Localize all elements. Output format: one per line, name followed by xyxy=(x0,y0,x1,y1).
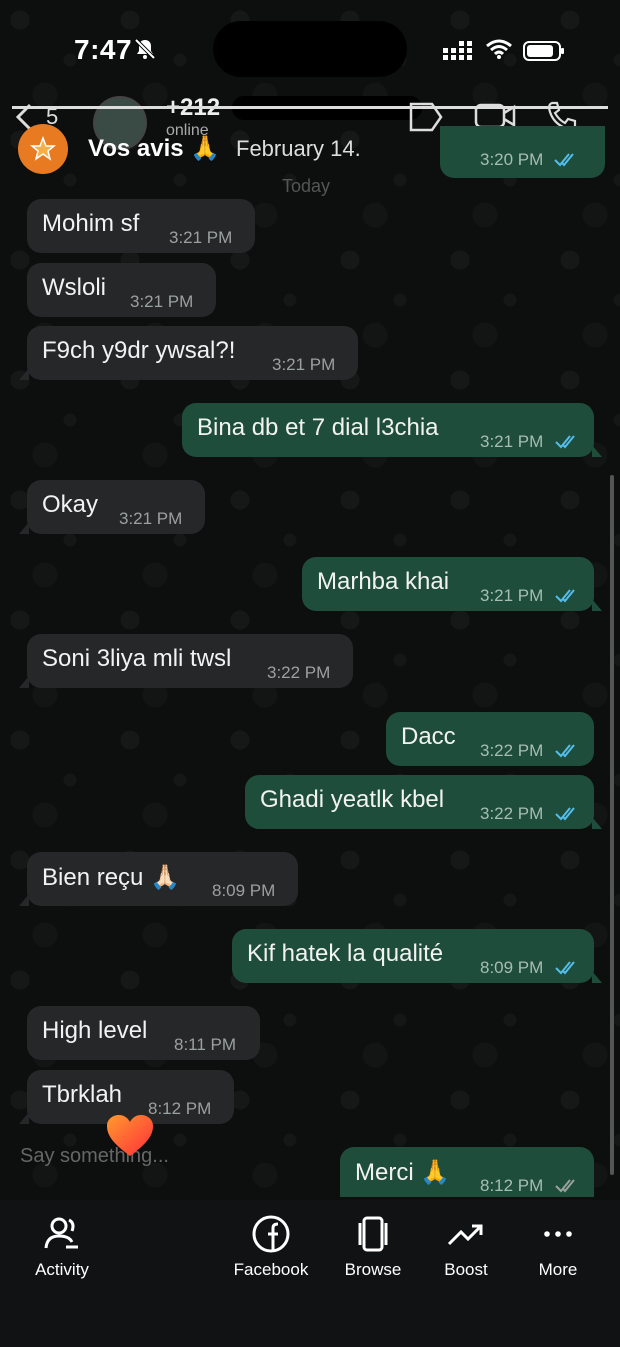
message-bubble[interactable]: Marhba khai 3:21 PM xyxy=(302,557,602,611)
cellular-signal-icon xyxy=(443,41,472,60)
message-time: 3:21 PM xyxy=(119,509,183,528)
message-time: 3:22 PM xyxy=(480,804,544,823)
facebook-icon xyxy=(252,1215,290,1253)
nav-more-label: More xyxy=(538,1260,578,1279)
message-time: 8:12 PM xyxy=(148,1099,212,1118)
story-date: February 14. xyxy=(236,136,361,161)
read-ticks-icon xyxy=(555,961,575,975)
message-time: 3:22 PM xyxy=(480,741,544,760)
message-text: Marhba khai xyxy=(317,568,450,595)
message-text: Soni 3liya mli twsl xyxy=(42,645,232,672)
message-text: Merci 🙏 xyxy=(355,1159,451,1186)
message-bubble[interactable]: High level 8:11 PM xyxy=(27,1006,260,1060)
strike-line xyxy=(12,106,608,109)
message-bubble[interactable]: Merci 🙏 8:12 PM xyxy=(340,1147,594,1197)
message-time: 3:21 PM xyxy=(272,355,336,374)
nav-browse[interactable]: Browse xyxy=(328,1214,418,1294)
story-avatar[interactable] xyxy=(18,124,68,174)
nav-boost[interactable]: Boost xyxy=(421,1214,511,1294)
message-text: Okay xyxy=(42,491,99,518)
story-title: Vos avis 🙏 xyxy=(88,135,221,162)
scrollbar[interactable] xyxy=(610,475,614,1175)
browse-cards-icon xyxy=(358,1216,388,1252)
message-text: Ghadi yeatlk kbel xyxy=(260,786,445,813)
read-ticks-icon xyxy=(555,435,575,449)
sent-ticks-icon xyxy=(555,1179,575,1193)
message-text: Bien reçu 🙏🏻 xyxy=(42,864,180,891)
message-time: 8:11 PM xyxy=(174,1035,237,1054)
bottom-navigation: Activity Facebook Browse Boost More xyxy=(0,1200,620,1347)
message-text: Tbrklah xyxy=(42,1081,123,1108)
message-time: 3:21 PM xyxy=(480,586,544,605)
message-bubble[interactable]: F9ch y9dr ywsal?! 3:21 PM xyxy=(19,326,358,380)
message-time: 3:22 PM xyxy=(267,663,331,682)
more-dots-icon xyxy=(544,1231,572,1237)
bell-muted-icon xyxy=(134,38,156,60)
dynamic-island xyxy=(213,21,407,77)
message-text: F9ch y9dr ywsal?! xyxy=(42,337,236,364)
message-text: Kif hatek la qualité xyxy=(247,940,444,967)
message-time: 3:21 PM xyxy=(480,432,544,451)
nav-activity-label: Activity xyxy=(35,1260,89,1279)
people-icon xyxy=(44,1217,78,1249)
status-bar: 7:47 xyxy=(0,0,620,100)
message-text: Mohim sf xyxy=(42,210,140,237)
message-text: High level xyxy=(42,1017,148,1044)
star-icon xyxy=(30,136,56,161)
nav-browse-label: Browse xyxy=(344,1260,402,1279)
read-ticks-icon xyxy=(554,153,574,167)
message-bubble[interactable]: Bien reçu 🙏🏻 8:09 PM xyxy=(19,852,298,906)
message-bubble[interactable]: Kif hatek la qualité 8:09 PM xyxy=(232,929,602,983)
message-bubble[interactable]: Mohim sf 3:21 PM xyxy=(27,199,255,253)
status-time: 7:47 xyxy=(74,34,133,65)
message-text: Bina db et 7 dial l3chia xyxy=(197,414,439,441)
heart-reaction-icon[interactable] xyxy=(104,1112,156,1160)
message-time: 3:20 PM xyxy=(480,150,544,169)
message-text: Dacc xyxy=(401,723,456,750)
message-bubble[interactable]: Bina db et 7 dial l3chia 3:21 PM xyxy=(182,403,602,457)
message-bubble[interactable]: Okay 3:21 PM xyxy=(19,480,205,534)
message-time: 3:21 PM xyxy=(169,228,233,247)
battery-icon xyxy=(523,41,564,61)
wifi-icon xyxy=(486,39,512,59)
message-bubble[interactable]: Ghadi yeatlk kbel 3:22 PM xyxy=(245,775,602,829)
message-time: 8:09 PM xyxy=(480,958,544,977)
label-tag-icon[interactable] xyxy=(408,100,444,134)
nav-facebook[interactable]: Facebook xyxy=(226,1214,316,1294)
nav-more[interactable]: More xyxy=(513,1214,603,1294)
message-bubble[interactable]: Wsloli 3:21 PM xyxy=(27,263,216,317)
read-ticks-icon xyxy=(555,807,575,821)
message-time: 3:21 PM xyxy=(130,292,194,311)
message-bubble[interactable]: Soni 3liya mli twsl 3:22 PM xyxy=(19,634,353,688)
trending-up-icon xyxy=(447,1224,483,1246)
message-text: Wsloli xyxy=(42,274,106,301)
nav-facebook-label: Facebook xyxy=(233,1260,309,1279)
message-time: 8:09 PM xyxy=(212,881,276,900)
nav-boost-label: Boost xyxy=(444,1260,488,1279)
read-ticks-icon xyxy=(555,589,575,603)
nav-activity[interactable]: Activity xyxy=(17,1214,107,1294)
day-separator: Today xyxy=(282,176,331,196)
message-bubble-partial[interactable]: 3:20 PM xyxy=(440,126,605,178)
read-ticks-icon xyxy=(555,744,575,758)
message-bubble[interactable]: Dacc 3:22 PM xyxy=(386,712,594,766)
message-time: 8:12 PM xyxy=(480,1176,544,1195)
